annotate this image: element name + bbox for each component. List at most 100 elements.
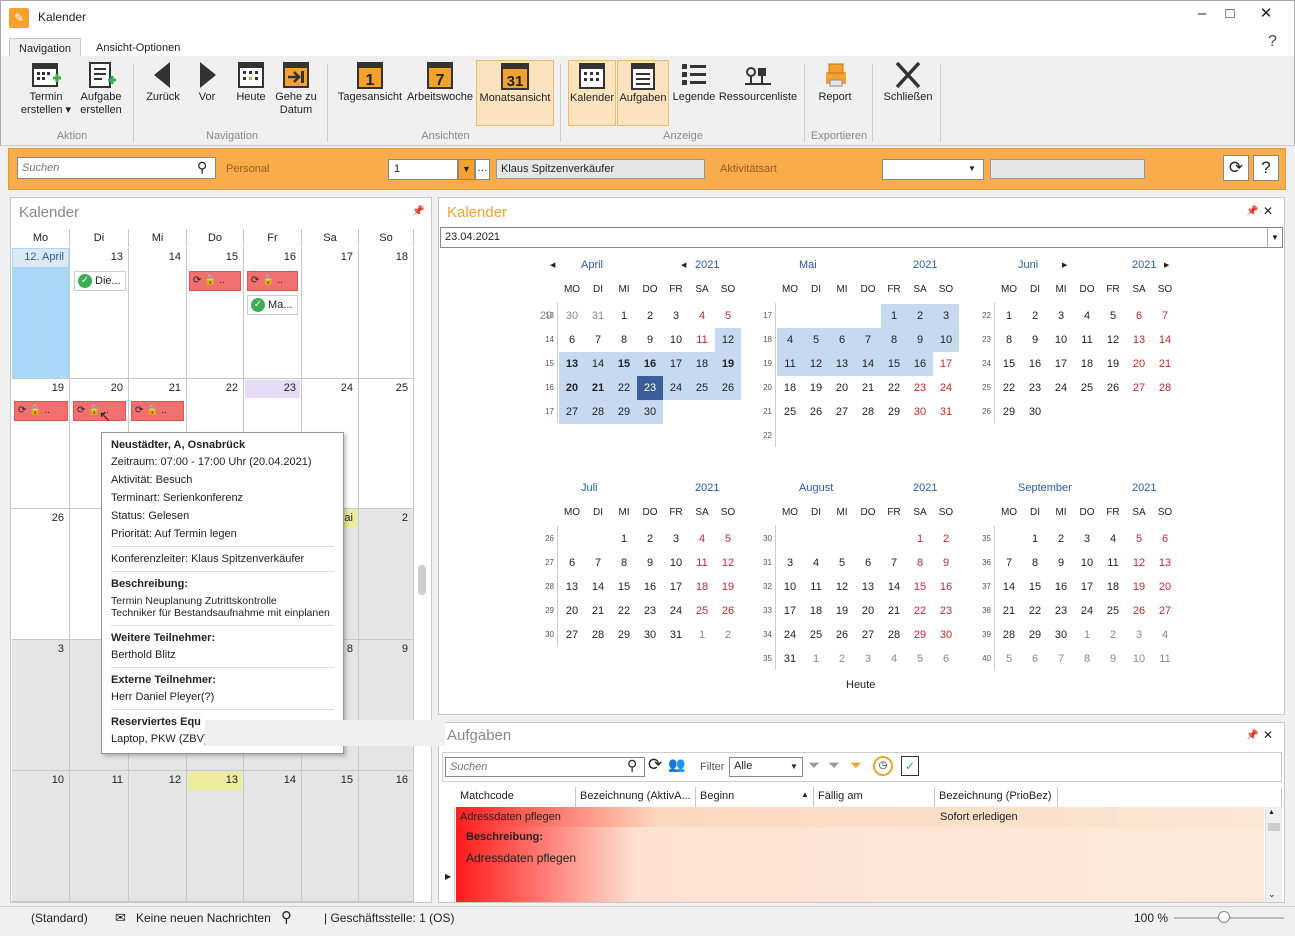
- mini-day[interactable]: 5: [996, 647, 1022, 671]
- mini-day[interactable]: 6: [829, 328, 855, 352]
- mini-day[interactable]: 21: [585, 599, 611, 623]
- mini-day[interactable]: 19: [1126, 575, 1152, 599]
- mini-day[interactable]: 23: [1022, 376, 1048, 400]
- mini-day[interactable]: 1: [907, 527, 933, 551]
- mini-day[interactable]: 3: [1126, 623, 1152, 647]
- mini-day[interactable]: 8: [907, 551, 933, 575]
- mini-day[interactable]: 21: [881, 599, 907, 623]
- mini-day[interactable]: 15: [881, 352, 907, 376]
- mini-day[interactable]: 13: [1126, 328, 1152, 352]
- mini-day[interactable]: 5: [907, 647, 933, 671]
- column-header[interactable]: Bezeichnung (PrioBez): [935, 787, 1058, 807]
- task-check-icon[interactable]: ✓: [901, 756, 919, 776]
- month-day-cell[interactable]: 9: [359, 640, 414, 771]
- mini-day[interactable]: 20: [855, 599, 881, 623]
- close-icon[interactable]: ✕: [1263, 728, 1273, 742]
- mini-day[interactable]: 26: [715, 376, 741, 400]
- mini-day[interactable]: 27: [1126, 376, 1152, 400]
- mini-day[interactable]: 26: [829, 623, 855, 647]
- mini-day[interactable]: 10: [663, 328, 689, 352]
- event-ma[interactable]: Ma...: [247, 295, 298, 315]
- mini-day[interactable]: 20: [829, 376, 855, 400]
- mini-day[interactable]: 4: [689, 304, 715, 328]
- personal-filter-icon[interactable]: ▼: [458, 159, 475, 180]
- mini-day[interactable]: 17: [1074, 575, 1100, 599]
- mini-day[interactable]: 6: [1022, 647, 1048, 671]
- scroll-up-icon[interactable]: ▲: [1268, 809, 1275, 816]
- mini-day[interactable]: 7: [881, 551, 907, 575]
- arbeitswoche-button[interactable]: 7 Arbeitswoche: [405, 60, 475, 126]
- mini-day[interactable]: 29: [881, 400, 907, 424]
- month-day-cell[interactable]: 12: [129, 771, 187, 902]
- mini-day[interactable]: 30: [1048, 623, 1074, 647]
- mini-day[interactable]: 10: [777, 575, 803, 599]
- minimize-button[interactable]: –: [1190, 4, 1214, 24]
- mini-day[interactable]: 27: [1152, 599, 1178, 623]
- mini-day[interactable]: 13: [829, 352, 855, 376]
- mini-day[interactable]: 6: [559, 551, 585, 575]
- mini-day[interactable]: 8: [881, 328, 907, 352]
- mini-day[interactable]: 28: [855, 400, 881, 424]
- mini-day[interactable]: 24: [663, 599, 689, 623]
- mini-day[interactable]: 14: [855, 352, 881, 376]
- mini-day[interactable]: 14: [1152, 328, 1178, 352]
- mini-day[interactable]: 1: [611, 304, 637, 328]
- column-header[interactable]: Beginn: [696, 787, 814, 807]
- mini-day[interactable]: 27: [829, 400, 855, 424]
- month-day-cell[interactable]: 10: [12, 771, 70, 902]
- funnel-clear-icon[interactable]: ⏷: [828, 757, 840, 774]
- refresh-icon[interactable]: ⟳: [1223, 155, 1249, 181]
- mini-day[interactable]: 9: [1048, 551, 1074, 575]
- mini-day[interactable]: 29: [1022, 623, 1048, 647]
- mini-day[interactable]: 30: [1022, 400, 1048, 424]
- mini-day[interactable]: 21: [855, 376, 881, 400]
- mini-day[interactable]: 14: [585, 575, 611, 599]
- mini-day[interactable]: 15: [611, 352, 637, 376]
- mini-day[interactable]: 7: [585, 328, 611, 352]
- zoom-slider-thumb[interactable]: [1218, 911, 1230, 923]
- report-button[interactable]: Report: [812, 60, 858, 126]
- personal-lookup-button[interactable]: …: [475, 159, 490, 180]
- mini-day[interactable]: 9: [933, 551, 959, 575]
- mini-day[interactable]: 12: [1100, 328, 1126, 352]
- mini-day[interactable]: 22: [611, 599, 637, 623]
- clock-icon[interactable]: ◷: [873, 756, 893, 776]
- mini-day[interactable]: 22: [907, 599, 933, 623]
- chevron-down-icon[interactable]: ▼: [1267, 228, 1282, 247]
- mini-day[interactable]: 10: [1126, 647, 1152, 671]
- mini-day[interactable]: 2: [637, 527, 663, 551]
- mini-day[interactable]: 16: [933, 575, 959, 599]
- mini-day[interactable]: 13: [1152, 551, 1178, 575]
- mini-day[interactable]: 9: [1022, 328, 1048, 352]
- mini-day[interactable]: 10: [1074, 551, 1100, 575]
- mini-day[interactable]: 18: [689, 352, 715, 376]
- mini-day[interactable]: 18: [1100, 575, 1126, 599]
- month-day-cell[interactable]: 16: [359, 771, 414, 902]
- mini-day[interactable]: 13: [855, 575, 881, 599]
- mini-day[interactable]: 5: [1100, 304, 1126, 328]
- mini-day[interactable]: 11: [1152, 647, 1178, 671]
- mini-day[interactable]: 22: [996, 376, 1022, 400]
- mini-day[interactable]: 6: [1152, 527, 1178, 551]
- mini-day[interactable]: 8: [1022, 551, 1048, 575]
- mini-day[interactable]: 16: [907, 352, 933, 376]
- mini-day[interactable]: 24: [1048, 376, 1074, 400]
- mini-day[interactable]: 24: [663, 376, 689, 400]
- mini-day[interactable]: 1: [689, 623, 715, 647]
- month-scrollbar-thumb[interactable]: [418, 565, 426, 595]
- mini-day[interactable]: 25: [777, 400, 803, 424]
- tasks-search-input[interactable]: [445, 757, 645, 777]
- mini-day[interactable]: 6: [1126, 304, 1152, 328]
- mini-day[interactable]: 14: [881, 575, 907, 599]
- mini-day[interactable]: 16: [637, 575, 663, 599]
- mini-day[interactable]: 15: [907, 575, 933, 599]
- mini-day[interactable]: 31: [663, 623, 689, 647]
- mini-day[interactable]: 21: [996, 599, 1022, 623]
- column-header[interactable]: Fällig am: [814, 787, 935, 807]
- mini-day[interactable]: 20: [559, 376, 585, 400]
- mini-day[interactable]: 12: [715, 551, 741, 575]
- monatsansicht-button[interactable]: 31 Monatsansicht: [476, 60, 554, 126]
- mini-day[interactable]: 12: [1126, 551, 1152, 575]
- mini-day[interactable]: 23: [637, 376, 663, 400]
- mini-day[interactable]: 16: [1022, 352, 1048, 376]
